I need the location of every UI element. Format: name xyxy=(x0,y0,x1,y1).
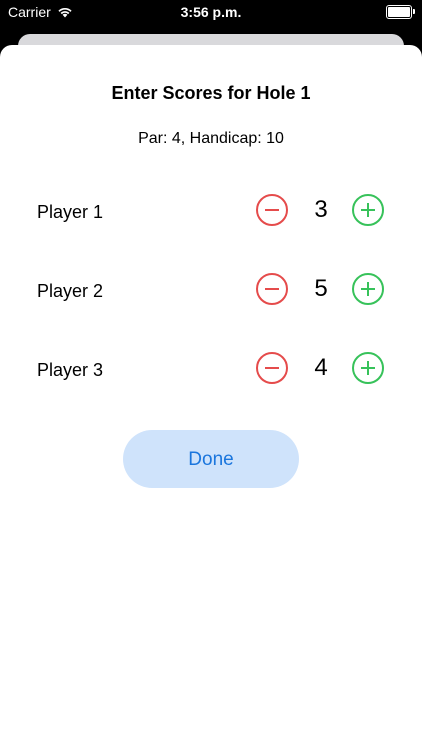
plus-circle-icon[interactable] xyxy=(352,273,384,305)
battery-icon xyxy=(386,5,415,19)
status-bar: Carrier 3:56 p.m. xyxy=(0,0,422,26)
player-row-3: Player 3 4 xyxy=(0,350,422,390)
done-button[interactable]: Done xyxy=(123,430,299,488)
screen: Carrier 3:56 p.m. Enter Scores for Hole … xyxy=(0,0,422,750)
score-entry-sheet: Enter Scores for Hole 1 Par: 4, Handicap… xyxy=(0,45,422,750)
status-right xyxy=(386,5,415,19)
player-score: 4 xyxy=(314,354,328,381)
minus-circle-icon[interactable] xyxy=(256,273,288,305)
player-name: Player 3 xyxy=(37,360,104,380)
player-score: 3 xyxy=(314,196,328,223)
battery-fill xyxy=(388,7,410,17)
plus-circle-icon[interactable] xyxy=(352,352,384,384)
minus-circle-icon[interactable] xyxy=(256,194,288,226)
player-row-2: Player 2 5 xyxy=(0,271,422,311)
player-row-1: Player 1 3 xyxy=(0,192,422,232)
hole-info: Par: 4, Handicap: 10 xyxy=(138,130,284,147)
status-time: 3:56 p.m. xyxy=(180,4,242,20)
player-name: Player 1 xyxy=(37,202,104,222)
sheet-title: Enter Scores for Hole 1 xyxy=(111,83,311,103)
minus-circle-icon[interactable] xyxy=(256,352,288,384)
plus-circle-icon[interactable] xyxy=(352,194,384,226)
player-score: 5 xyxy=(314,275,328,302)
player-name: Player 2 xyxy=(37,281,104,301)
